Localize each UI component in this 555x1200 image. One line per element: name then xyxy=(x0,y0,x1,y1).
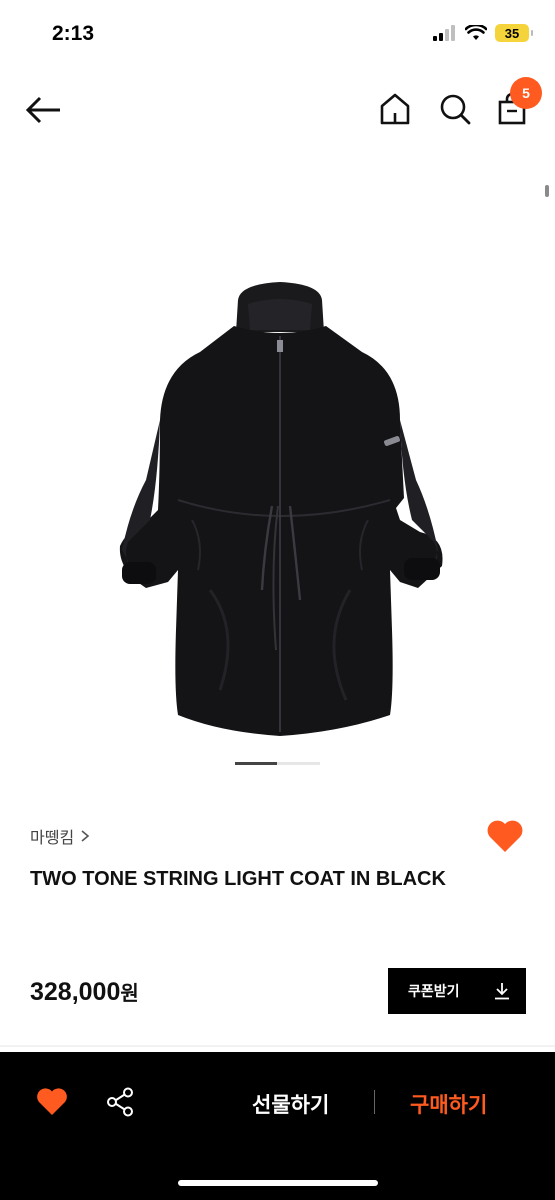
like-heart-icon[interactable] xyxy=(36,1087,68,1117)
status-time: 2:13 xyxy=(52,22,95,45)
favorite-heart-icon[interactable] xyxy=(486,818,524,854)
buy-button[interactable]: 구매하기 xyxy=(410,1089,487,1119)
bottom-bar-separator xyxy=(374,1090,375,1114)
battery-level: 35 xyxy=(504,25,520,41)
gift-button[interactable]: 선물하기 xyxy=(252,1089,329,1119)
home-icon[interactable] xyxy=(378,92,412,126)
price-value: 328,000 xyxy=(30,978,121,1006)
signal-icon xyxy=(433,25,455,41)
coupon-download-button[interactable]: 쿠폰받기 xyxy=(388,968,526,1014)
price-currency: 원 xyxy=(120,983,139,1005)
coupon-label: 쿠폰받기 xyxy=(408,983,460,999)
share-icon[interactable] xyxy=(104,1086,136,1118)
product-price: 328,000원 xyxy=(30,977,139,1007)
product-image[interactable] xyxy=(100,270,460,750)
battery-indicator: 35 xyxy=(495,24,533,42)
chevron-right-icon xyxy=(81,830,90,842)
brand-link[interactable]: 마뗑킴 xyxy=(30,824,90,848)
image-carousel-indicator xyxy=(235,762,277,765)
cart-count-badge[interactable]: 5 xyxy=(510,77,542,109)
home-indicator[interactable] xyxy=(178,1180,378,1186)
bottom-action-bar xyxy=(0,1052,555,1200)
scrollbar-thumb[interactable] xyxy=(545,185,549,197)
wifi-icon xyxy=(465,25,487,40)
download-icon xyxy=(495,983,509,1000)
status-icons: 35 xyxy=(433,24,533,42)
section-divider xyxy=(0,1045,555,1047)
brand-name: 마뗑킴 xyxy=(30,830,75,847)
search-icon[interactable] xyxy=(438,92,472,126)
product-title: TWO TONE STRING LIGHT COAT IN BLACK xyxy=(30,868,446,890)
back-arrow-icon[interactable] xyxy=(24,92,64,128)
